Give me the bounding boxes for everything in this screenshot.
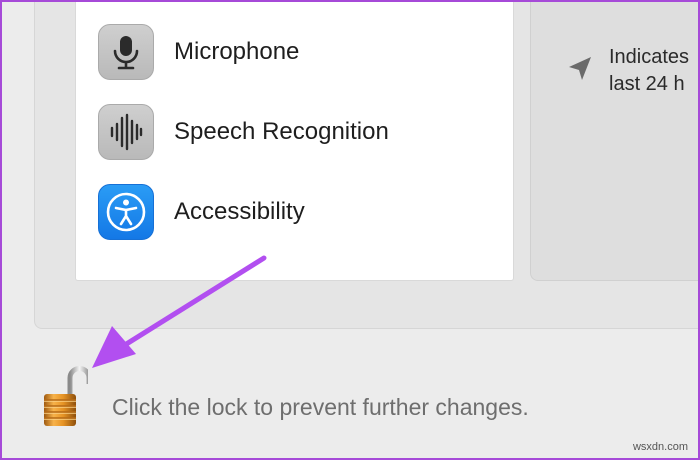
privacy-category-list: Microphone Speech Recognition Accessibil… [75, 2, 514, 281]
list-item-label: Speech Recognition [174, 118, 389, 145]
microphone-icon [98, 24, 154, 80]
watermark: wsxdn.com [632, 441, 688, 453]
location-arrow-icon [565, 54, 595, 84]
list-item-label: Microphone [174, 38, 300, 65]
list-item-microphone[interactable]: Microphone [98, 24, 299, 80]
list-item-label: Accessibility [174, 198, 305, 225]
list-item-accessibility[interactable]: Accessibility [98, 184, 305, 240]
open-padlock-icon[interactable] [40, 364, 92, 428]
info-text: Indicates last 24 h [609, 46, 690, 95]
speech-recognition-icon [98, 104, 154, 160]
lock-hint-text: Click the lock to prevent further change… [112, 394, 529, 420]
list-item-speech-recognition[interactable]: Speech Recognition [98, 104, 389, 160]
accessibility-icon [98, 184, 154, 240]
screenshot-frame: Microphone Speech Recognition Accessibil… [0, 0, 700, 460]
